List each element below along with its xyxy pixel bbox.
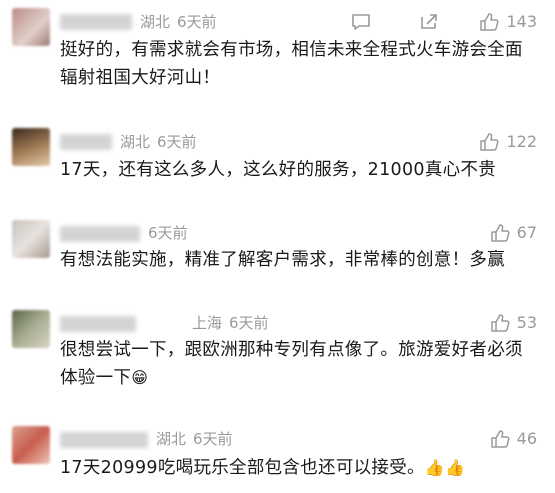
like-count: 122 bbox=[506, 132, 537, 151]
comment-location: 上海 bbox=[192, 314, 223, 332]
avatar[interactable] bbox=[12, 220, 50, 258]
comment-text: 很想尝试一下，跟欧洲那种专列有点像了。旅游爱好者必须体验一下😁 bbox=[60, 336, 539, 392]
comment-actions: 122 bbox=[478, 132, 537, 152]
comment-time: 6天前 bbox=[193, 430, 233, 448]
comment-text: 17天，还有这么多人，这么好的服务，21000真心不贵 bbox=[60, 156, 539, 184]
avatar[interactable] bbox=[12, 310, 50, 348]
comment-text: 挺好的，有需求就会有市场，相信未来全程式火车游会全面辐射祖国大好河山！ bbox=[60, 36, 539, 92]
username-blurred[interactable] bbox=[60, 316, 136, 332]
comment-meta: 湖北 6天前 bbox=[156, 429, 240, 449]
comment-actions: 46 bbox=[489, 429, 537, 449]
comment-text-content: 17天20999吃喝玩乐全部包含也还可以接受。 bbox=[60, 458, 425, 478]
avatar[interactable] bbox=[12, 426, 50, 464]
comment-text-content: 有想法能实施，精准了解客户需求，非常棒的创意！多赢 bbox=[60, 250, 505, 270]
comment-text-content: 17天，还有这么多人，这么好的服务，21000真心不贵 bbox=[60, 160, 497, 180]
share-icon[interactable] bbox=[418, 12, 440, 32]
comment-item-5: 湖北 6天前 46 17天20999吃喝玩乐全部包含也还可以接受。👍👍 bbox=[0, 420, 555, 493]
like-count: 143 bbox=[506, 12, 537, 31]
avatar[interactable] bbox=[12, 8, 50, 46]
comment-actions: 143 bbox=[350, 12, 537, 32]
comment-actions: 53 bbox=[489, 313, 537, 333]
comment-item-3: 6天前 67 有想法能实施，精准了解客户需求，非常棒的创意！多赢 bbox=[0, 214, 555, 300]
reply-icon[interactable] bbox=[350, 12, 372, 32]
comment-meta: 6天前 bbox=[148, 223, 195, 243]
username-blurred[interactable] bbox=[60, 134, 112, 150]
comment-location: 湖北 bbox=[120, 133, 151, 151]
grin-emoji: 😁 bbox=[131, 368, 149, 387]
comment-actions: 67 bbox=[489, 223, 537, 243]
comment-text-content: 挺好的，有需求就会有市场，相信未来全程式火车游会全面辐射祖国大好河山！ bbox=[60, 40, 523, 88]
like-count: 67 bbox=[516, 223, 537, 242]
like-count: 53 bbox=[516, 313, 537, 332]
comment-location: 湖北 bbox=[156, 430, 187, 448]
like-icon[interactable] bbox=[478, 132, 500, 152]
comment-time: 6天前 bbox=[177, 13, 217, 31]
username-blurred[interactable] bbox=[60, 432, 148, 448]
comment-item-4: 上海 6天前 53 很想尝试一下，跟欧洲那种专列有点像了。旅游爱好者必须体验一下😁 bbox=[0, 304, 555, 414]
like-icon[interactable] bbox=[478, 12, 500, 32]
comment-time: 6天前 bbox=[157, 133, 197, 151]
comment-text: 有想法能实施，精准了解客户需求，非常棒的创意！多赢 bbox=[60, 246, 539, 274]
comment-item-1: 湖北 6天前 143 挺好的，有需求就会有市场，相信未来全程式火车游会全面辐射祖国… bbox=[0, 0, 555, 110]
comment-text: 17天20999吃喝玩乐全部包含也还可以接受。👍👍 bbox=[60, 454, 539, 482]
comment-location: 湖北 bbox=[140, 13, 171, 31]
username-blurred[interactable] bbox=[60, 14, 132, 30]
comment-item-2: 湖北 6天前 122 17天，还有这么多人，这么好的服务，21000真心不贵 bbox=[0, 120, 555, 210]
comment-time: 6天前 bbox=[148, 224, 188, 242]
comment-meta: 湖北 6天前 bbox=[120, 132, 204, 152]
comment-meta: 上海 6天前 bbox=[192, 313, 276, 333]
like-count: 46 bbox=[516, 429, 537, 448]
comment-meta: 湖北 6天前 bbox=[140, 12, 224, 32]
like-icon[interactable] bbox=[489, 223, 511, 243]
username-blurred[interactable] bbox=[60, 226, 140, 242]
like-icon[interactable] bbox=[489, 429, 511, 449]
like-icon[interactable] bbox=[489, 313, 511, 333]
comment-text-content: 很想尝试一下，跟欧洲那种专列有点像了。旅游爱好者必须体验一下 bbox=[60, 340, 523, 388]
avatar[interactable] bbox=[12, 128, 50, 166]
thumbs-up-emoji: 👍👍 bbox=[424, 458, 466, 477]
comment-time: 6天前 bbox=[229, 314, 269, 332]
